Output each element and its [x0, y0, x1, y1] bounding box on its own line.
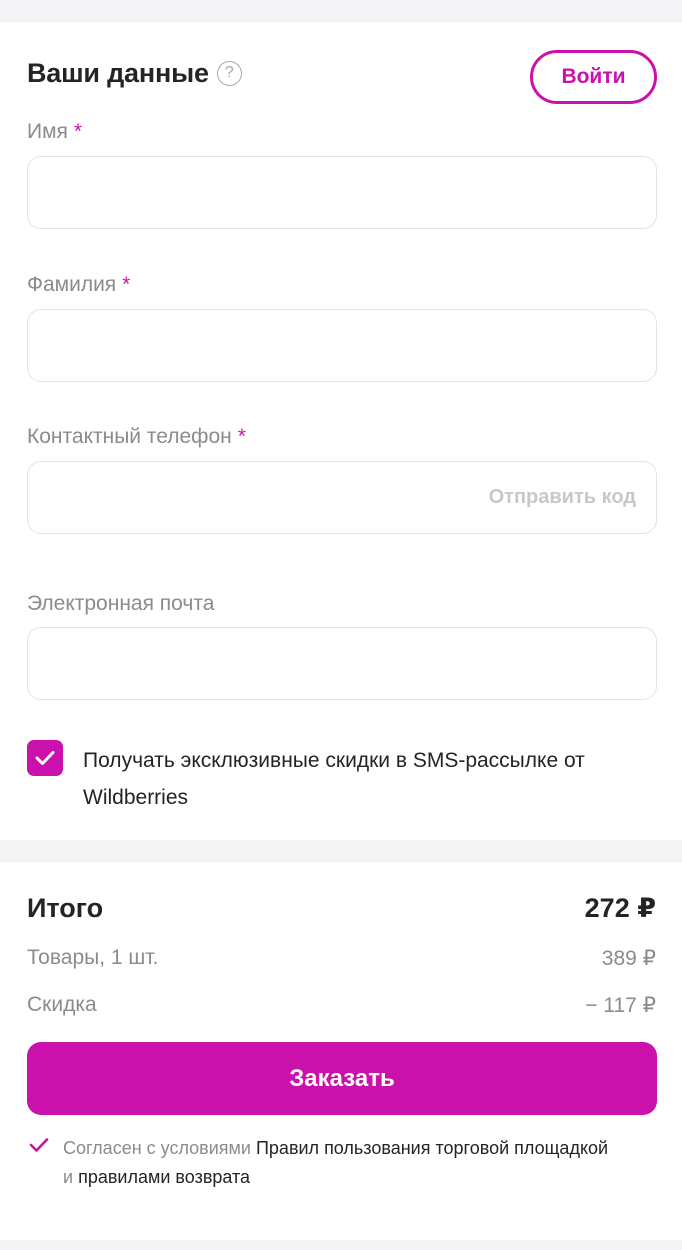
- send-code-button[interactable]: Отправить код: [489, 462, 636, 533]
- last-name-input[interactable]: [27, 309, 657, 382]
- goods-label: Товары, 1 шт.: [27, 946, 159, 969]
- section-title: Ваши данные: [27, 58, 209, 88]
- discount-value: − 117 ₽: [585, 994, 656, 1017]
- login-button[interactable]: Войти: [530, 50, 657, 104]
- first-name-input[interactable]: [27, 156, 657, 229]
- sms-checkbox[interactable]: [27, 740, 63, 776]
- agreement-text: Согласен с условиями Правил пользования …: [63, 1134, 623, 1192]
- agreement-prefix: Согласен с условиями: [63, 1138, 251, 1158]
- required-mark: *: [237, 425, 246, 448]
- section-header: Ваши данные ?: [27, 58, 242, 89]
- first-name-label: Имя *: [27, 120, 83, 143]
- sms-checkbox-label: Получать эксклюзивные скидки в SMS-рассы…: [83, 749, 585, 809]
- email-label: Электронная почта: [27, 592, 215, 615]
- phone-label: Контактный телефон *: [27, 425, 246, 448]
- discount-label: Скидка: [27, 993, 97, 1016]
- checkbox-check-icon: [35, 751, 55, 765]
- agree-check-icon: [29, 1138, 49, 1152]
- return-policy-link[interactable]: правилами возврата: [78, 1167, 250, 1187]
- phone-input[interactable]: Отправить код: [27, 461, 657, 534]
- goods-value: 389 ₽: [601, 947, 656, 970]
- total-label: Итого: [27, 893, 104, 923]
- total-value: 272 ₽: [584, 893, 656, 923]
- email-input[interactable]: [27, 627, 657, 700]
- last-name-label: Фамилия *: [27, 273, 131, 296]
- agreement-conjunction: и: [63, 1167, 74, 1187]
- terms-link[interactable]: Правил пользования торговой площадкой: [256, 1138, 608, 1158]
- order-button[interactable]: Заказать: [27, 1042, 657, 1115]
- help-icon[interactable]: ?: [216, 61, 242, 86]
- required-mark: *: [73, 120, 83, 143]
- required-mark: *: [122, 273, 131, 296]
